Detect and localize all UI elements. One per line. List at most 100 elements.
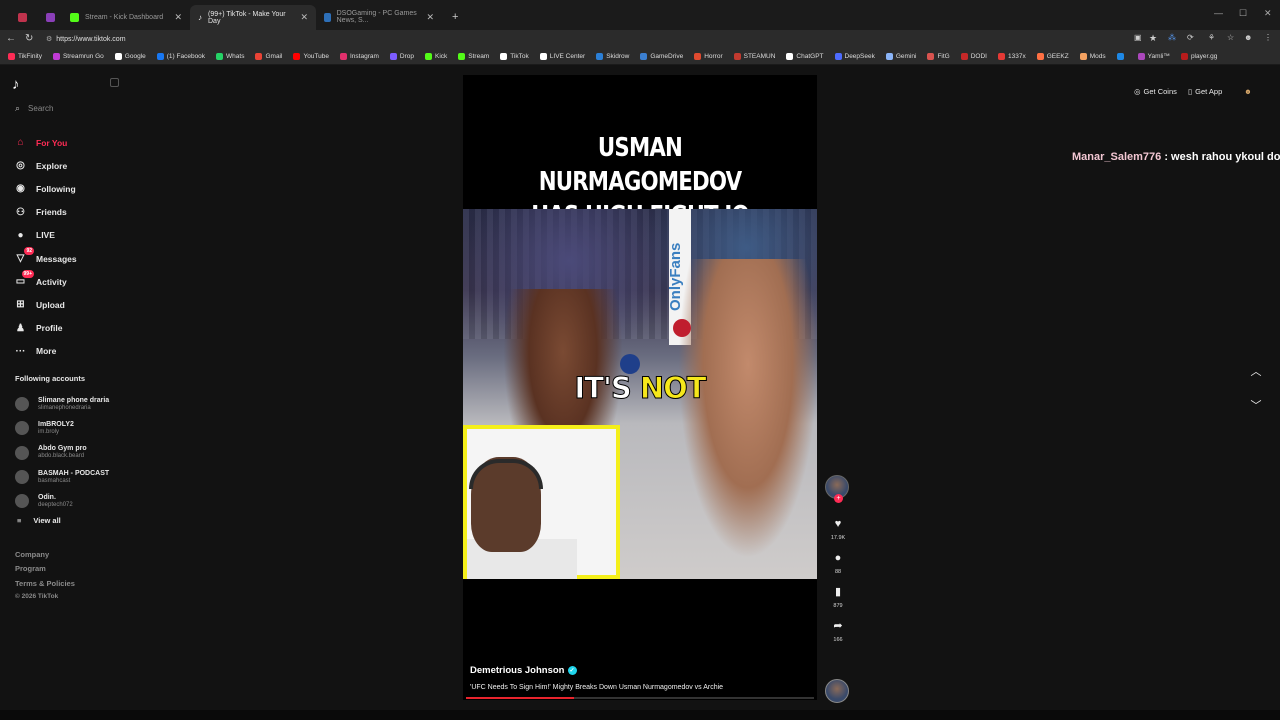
get-app-button[interactable]: ▯ Get App (1188, 84, 1222, 98)
bookmark-item[interactable]: Horror (694, 52, 723, 60)
bookmark-item[interactable]: Instagram (340, 52, 379, 60)
bookmark-item[interactable]: Drop (389, 52, 414, 60)
url-field[interactable]: ⚙ https://www.tiktok.com (46, 32, 1136, 46)
like-count: 17.9K (830, 535, 846, 541)
maximize-icon[interactable]: ☐ (1239, 8, 1247, 19)
bookmark-item[interactable]: GameDrive (640, 52, 683, 60)
tab-pinned-1[interactable] (10, 7, 35, 27)
reload-icon[interactable]: ↻ (25, 33, 33, 44)
nav-item-explore[interactable]: ◎ Explore (14, 154, 77, 177)
nav-item-following[interactable]: ◉ Following (14, 177, 77, 200)
menu-icon[interactable]: ⋮ (1264, 33, 1272, 42)
view-all-button[interactable]: ≡ View all (15, 516, 109, 525)
follow-plus-icon[interactable]: + (834, 494, 843, 503)
verified-badge-icon: ✓ (567, 666, 577, 675)
video-player[interactable]: USMAN NURMAGOMEDOV HAS HIGH FIGHT IQ Onl… (463, 75, 817, 700)
bookmark-favicon (640, 52, 648, 60)
bookmark-item[interactable]: player.gg (1180, 52, 1217, 60)
close-tab-icon[interactable]: ✕ (426, 12, 434, 23)
nav-item-live[interactable]: ● LIVE (14, 224, 77, 247)
nav-item-more[interactable]: ··· More (14, 340, 77, 363)
bookmark-item[interactable]: DODI (960, 52, 987, 60)
bookmark-item[interactable]: 1337x (997, 52, 1026, 60)
back-icon[interactable]: ← (6, 33, 16, 44)
creator-avatar[interactable]: + (825, 475, 849, 503)
bookmark-item[interactable]: LIVE Center (539, 52, 585, 60)
bookmark-item[interactable]: Skidrow (596, 52, 629, 60)
bookmark-item[interactable]: Whats (216, 52, 244, 60)
favorites-icon[interactable]: ☆ (1227, 33, 1234, 42)
tab-pinned-2[interactable] (38, 7, 63, 27)
user-avatar[interactable]: ☻ (1244, 84, 1252, 98)
following-account-item[interactable]: Abdo Gym pro abdo.black.beard (15, 441, 109, 465)
following-account-item[interactable]: Odin. deeptech072 (15, 489, 109, 513)
refresh-page-icon[interactable]: ⟳ (1187, 33, 1194, 42)
bookmark-item[interactable]: Google (114, 52, 146, 60)
comment-button[interactable]: ● 88 (825, 551, 851, 575)
previous-video-button[interactable]: ︿ (1249, 365, 1263, 379)
extensions-icon[interactable]: ⚘ (1208, 33, 1215, 42)
bookmark-item[interactable]: ChatGPT (786, 52, 824, 60)
view-all-label: View all (33, 516, 61, 526)
extension-icon[interactable]: ⁂ (1168, 33, 1176, 42)
bookmark-item[interactable]: GEEKZ (1036, 52, 1069, 60)
bookmark-item[interactable]: TikTok (500, 52, 529, 60)
close-tab-icon[interactable]: ✕ (300, 12, 308, 23)
save-button[interactable]: ▮ 879 (825, 585, 851, 609)
nav-item-activity[interactable]: ▭ 99+ Activity (14, 270, 77, 293)
video-author[interactable]: Demetrious Johnson ✓ (470, 665, 577, 676)
music-disc-avatar[interactable] (825, 679, 849, 703)
next-video-button[interactable]: ﹀ (1249, 399, 1263, 413)
following-account-item[interactable]: Slimane phone draria slimanephonedraria (15, 392, 109, 416)
new-tab-button[interactable]: + (444, 7, 466, 27)
share-button[interactable]: ➦ 166 (825, 619, 851, 643)
nav-item-friends[interactable]: ⚇ Friends (14, 201, 77, 224)
close-tab-icon[interactable]: ✕ (174, 12, 182, 23)
bookmark-item[interactable]: Mods (1079, 52, 1106, 60)
site-info-icon[interactable]: ⚙ (46, 35, 52, 43)
tab-kick-dashboard[interactable]: Stream - Kick Dashboard ✕ (62, 7, 190, 27)
headline-line-1: USMAN NURMAGOMEDOV (538, 133, 742, 197)
bookmark-item[interactable]: Gmail (255, 52, 282, 60)
bookmark-item[interactable]: (1) Facebook (156, 52, 205, 60)
bookmark-item[interactable]: Kick (425, 52, 447, 60)
close-window-icon[interactable]: ✕ (1264, 8, 1272, 19)
bookmark-item[interactable]: Streamrun Go (52, 52, 104, 60)
friends-icon: ⚇ (16, 206, 25, 218)
more-icon: ··· (15, 345, 26, 357)
nav-item-profile[interactable]: ♟ Profile (14, 317, 77, 340)
bookmark-item[interactable]: STEAMUN (733, 52, 775, 60)
bookmark-item[interactable]: Stream (458, 52, 489, 60)
following-accounts-list: Slimane phone draria slimanephonedraria Im… (15, 392, 109, 525)
avatar (15, 421, 29, 436)
like-button[interactable]: ♥ 17.9K (825, 517, 851, 541)
nav-item-upload[interactable]: ⊞ Upload (14, 293, 77, 316)
bookmark-item[interactable]: DeepSeek (834, 52, 875, 60)
minimize-icon[interactable]: — (1214, 8, 1223, 18)
profile-icon[interactable]: ☻ (1244, 33, 1252, 42)
speaker-icon[interactable]: ♪ (198, 13, 202, 22)
footer-company-link[interactable]: Company (15, 550, 75, 564)
tab-tiktok[interactable]: ♪ (99+) TikTok - Make Your Day ✕ (190, 5, 316, 30)
footer-program-link[interactable]: Program (15, 564, 75, 578)
nav-item-for-you[interactable]: ⌂ For You (14, 131, 77, 154)
collapse-sidebar-icon[interactable] (110, 78, 119, 87)
tiktok-logo-icon[interactable]: ♪ (12, 76, 20, 93)
search-input[interactable]: ⌕ Search (15, 103, 53, 114)
following-account-item[interactable]: ImBROLY2 im.broly (15, 416, 109, 440)
bookmark-star-icon[interactable]: ★ (1149, 33, 1157, 44)
bookmark-item[interactable]: YouTube (293, 52, 329, 60)
bookmark-item[interactable]: Gemini (885, 52, 917, 60)
nav-item-messages[interactable]: ▽ 92 Messages (14, 247, 77, 270)
tab-dsogaming[interactable]: DSOGaming - PC Games News, S... ✕ (316, 7, 442, 27)
following-account-item[interactable]: BASMAH - PODCAST basmahcast (15, 465, 109, 489)
bookmark-item[interactable]: FitG (927, 52, 950, 60)
sidebar: ♪ ⌕ Search ⌂ For You ◎ Explore ◉ Following ⚇ Fr… (0, 65, 130, 710)
get-coins-button[interactable]: ◎ Get Coins (1134, 84, 1177, 98)
bookmark-item[interactable] (1116, 52, 1127, 60)
footer-terms-link[interactable]: Terms & Policies (15, 579, 75, 593)
screenshot-icon[interactable]: ▣ (1134, 33, 1142, 42)
bookmark-item[interactable]: TikFinity (8, 52, 42, 60)
bookmark-item[interactable]: Yamli™ (1137, 52, 1170, 60)
bookmark-label: Gemini (895, 52, 917, 60)
